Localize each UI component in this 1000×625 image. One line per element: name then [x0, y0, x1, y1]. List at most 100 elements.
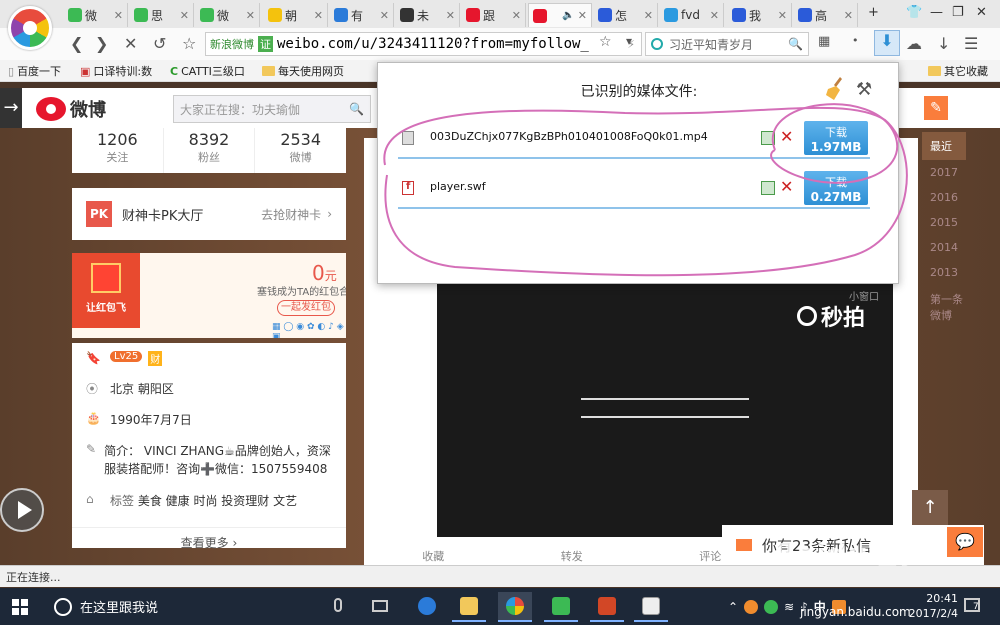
browser-logo-icon[interactable]: [8, 6, 52, 50]
browser-tab[interactable]: 高 ✕: [794, 3, 858, 27]
restore-button[interactable]: ❐: [952, 5, 964, 20]
timeline-year-item[interactable]: 第一条微博: [922, 285, 966, 329]
bookmark-others[interactable]: 其它收藏: [928, 63, 988, 79]
browser-tab[interactable]: 🔈 ✕: [528, 3, 592, 27]
tab-close-icon[interactable]: ✕: [246, 9, 255, 22]
timeline-year-item[interactable]: 最近: [922, 132, 966, 160]
video-download-extension-icon[interactable]: ⬇: [874, 30, 900, 56]
taskbar-evernote[interactable]: [544, 592, 578, 622]
timeline-year-item[interactable]: 2013: [922, 260, 966, 285]
pk-card[interactable]: PK 财神卡PK大厅 去抢财神卡 ›: [72, 188, 346, 240]
tab-close-icon[interactable]: ✕: [644, 9, 653, 22]
microphone-icon[interactable]: [334, 598, 342, 612]
wifi-icon[interactable]: ≋: [784, 600, 794, 614]
windows-start-icon[interactable]: [12, 599, 28, 615]
apps-grid-icon[interactable]: ▦: [818, 34, 830, 49]
level-badge[interactable]: Lv25: [110, 351, 143, 362]
tray-app-icon[interactable]: [744, 599, 759, 614]
video-player[interactable]: 小窗口 秒拍: [437, 280, 893, 537]
search-icon[interactable]: 🔍: [349, 102, 364, 116]
browser-tab[interactable]: 跟 ✕: [462, 3, 526, 27]
browser-tab[interactable]: 我 ✕: [728, 3, 792, 27]
tools-icon[interactable]: ⚒: [856, 79, 872, 100]
forward-button[interactable]: ❯: [95, 34, 108, 53]
browser-tab[interactable]: 未 ✕: [396, 3, 460, 27]
bookmark-interpret[interactable]: ▣ 口译特训:数: [80, 63, 152, 79]
tab-close-icon[interactable]: ✕: [778, 9, 787, 22]
taskbar-app-l[interactable]: [410, 592, 444, 622]
timeline-year-item[interactable]: 2017: [922, 160, 966, 185]
red-packet-card[interactable]: 让红包飞 0元 塞钱成为TA的红包合伙人 一起发红包 ▦ ◯ ◉ ✿ ◐ ♪ ◈…: [72, 253, 346, 338]
repost-action[interactable]: 转发: [503, 548, 642, 565]
cai-badge[interactable]: 财: [148, 351, 163, 366]
favorite-star-icon[interactable]: ☆: [182, 34, 196, 53]
taskbar-photos[interactable]: [634, 592, 668, 622]
play-icon[interactable]: [0, 488, 44, 532]
broom-icon[interactable]: [826, 77, 848, 101]
copy-link-icon[interactable]: [761, 181, 775, 195]
minimize-button[interactable]: —: [930, 5, 943, 20]
task-view-icon[interactable]: [372, 600, 388, 612]
see-more-link[interactable]: 查看更多 ›: [72, 527, 346, 551]
browser-tab[interactable]: 思 ✕: [130, 3, 194, 27]
tab-close-icon[interactable]: ✕: [710, 9, 719, 22]
tab-close-icon[interactable]: ✕: [578, 9, 587, 22]
tab-close-icon[interactable]: ✕: [446, 9, 455, 22]
download-button[interactable]: 下载 0.27MB: [804, 171, 868, 205]
dot-icon[interactable]: •: [852, 34, 859, 47]
tab-close-icon[interactable]: ✕: [114, 9, 123, 22]
cloud-icon[interactable]: ☁: [906, 34, 922, 53]
stat-following[interactable]: 1206 关注: [72, 128, 164, 173]
sidebar-toggle-arrow-icon[interactable]: →: [0, 88, 22, 128]
pk-link[interactable]: 去抢财神卡: [261, 206, 321, 223]
download-button[interactable]: 下载 1.97MB: [804, 121, 868, 155]
tray-extra-icon[interactable]: [831, 599, 846, 614]
back-button[interactable]: ❮: [70, 34, 83, 53]
address-bar[interactable]: 新浪微博 证 weibo.com/u/3243411120?from=myfol…: [205, 32, 642, 56]
private-message-bar[interactable]: 你有23条新私信: [722, 525, 984, 565]
weibo-search-box[interactable]: 大家正在搜：功夫瑜伽 🔍: [173, 95, 371, 123]
search-box[interactable]: 习近平知青岁月 🔍: [645, 32, 809, 56]
chevron-up-icon[interactable]: ⌃: [728, 600, 738, 614]
browser-tab[interactable]: 微 ✕: [196, 3, 260, 27]
tab-close-icon[interactable]: ✕: [512, 9, 521, 22]
tab-close-icon[interactable]: ✕: [314, 9, 323, 22]
browser-tab[interactable]: fvd ✕: [660, 3, 724, 27]
system-clock[interactable]: 20:41 2017/2/4: [898, 591, 958, 621]
browser-tab[interactable]: 有 ✕: [330, 3, 394, 27]
download-arrow-icon[interactable]: ↓: [937, 34, 950, 53]
tab-close-icon[interactable]: ✕: [844, 9, 853, 22]
send-red-packet-button[interactable]: 一起发红包: [277, 300, 335, 316]
search-engine-icon[interactable]: [651, 38, 663, 50]
browser-tab[interactable]: 朝 ✕: [264, 3, 328, 27]
volume-icon[interactable]: ♪: [800, 600, 808, 614]
back-to-top-button[interactable]: ↑: [912, 490, 948, 526]
stat-followers[interactable]: 8392 粉丝: [164, 128, 256, 173]
taskbar-browser[interactable]: [498, 592, 532, 622]
bookmark-star-icon[interactable]: ☆: [599, 34, 612, 50]
undo-close-button[interactable]: ↺: [153, 34, 166, 53]
tab-audio-icon[interactable]: 🔈: [562, 10, 574, 21]
url-text[interactable]: weibo.com/u/3243411120?from=myfollow_: [277, 36, 627, 52]
taskbar-powerpoint[interactable]: [590, 592, 624, 622]
timeline-year-item[interactable]: 2015: [922, 210, 966, 235]
new-tab-button[interactable]: +: [868, 5, 879, 20]
stop-loading-button[interactable]: ✕: [124, 34, 137, 53]
ime-indicator[interactable]: 中: [814, 598, 826, 615]
tab-close-icon[interactable]: ✕: [180, 9, 189, 22]
address-dropdown-icon[interactable]: ▾: [626, 34, 632, 48]
copy-link-icon[interactable]: [761, 131, 775, 145]
cortana-search[interactable]: 在这里跟我说: [52, 588, 362, 625]
timeline-year-item[interactable]: 2016: [922, 185, 966, 210]
chat-button[interactable]: 💬: [947, 527, 983, 557]
search-input[interactable]: 习近平知青岁月: [669, 36, 788, 53]
menu-icon[interactable]: ☰: [964, 34, 978, 53]
bookmark-catti[interactable]: C CATTI三级口: [170, 63, 245, 79]
tab-close-icon[interactable]: ✕: [380, 9, 389, 22]
delete-icon[interactable]: ✕: [780, 177, 793, 196]
weibo-search-input[interactable]: 大家正在搜：功夫瑜伽: [180, 101, 349, 118]
search-icon[interactable]: 🔍: [788, 37, 803, 51]
timeline-year-item[interactable]: 2014: [922, 235, 966, 260]
taskbar-file-explorer[interactable]: [452, 592, 486, 622]
bookmark-baidu[interactable]: ▯ 百度一下: [8, 63, 61, 79]
